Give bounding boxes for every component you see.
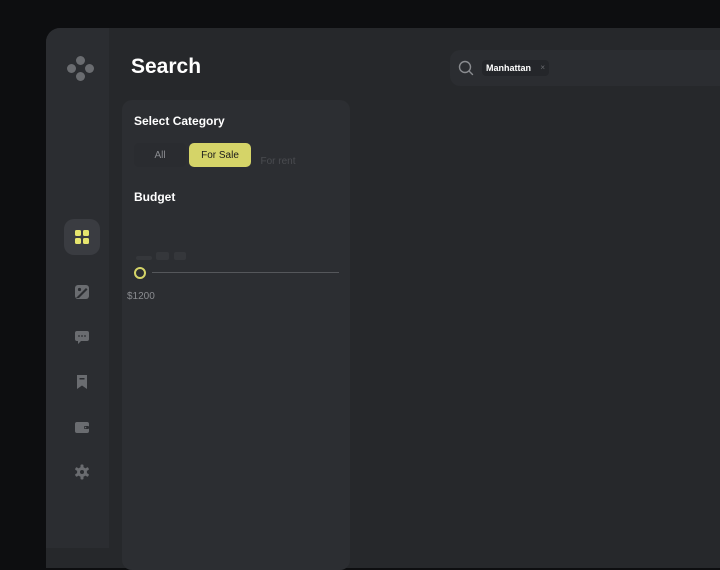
- sidebar-item-gallery[interactable]: [64, 274, 100, 310]
- budget-histogram-bar: [174, 252, 186, 260]
- search-bar[interactable]: Manhattan ×: [450, 50, 720, 86]
- budget-slider-handle[interactable]: [134, 267, 146, 279]
- wallet-icon: [75, 422, 89, 433]
- sidebar-item-dashboard[interactable]: [64, 219, 100, 255]
- app-window: Search Select Category All For Sale For …: [46, 28, 720, 570]
- category-for-rent-button[interactable]: For rent: [256, 149, 300, 173]
- page-title: Search: [131, 55, 202, 78]
- budget-histogram-bar: [136, 256, 152, 260]
- sidebar: [46, 28, 109, 548]
- search-icon: [458, 60, 474, 76]
- sidebar-item-settings[interactable]: [64, 454, 100, 490]
- budget-value: $1200: [127, 291, 155, 302]
- chat-icon: [75, 331, 89, 344]
- sidebar-item-wallet[interactable]: [64, 409, 100, 445]
- budget-histogram-bar: [156, 252, 169, 260]
- grid-icon: [75, 230, 89, 244]
- budget-label: Budget: [134, 190, 176, 204]
- location-chip[interactable]: Manhattan ×: [482, 60, 549, 76]
- category-for-sale-button[interactable]: For Sale: [189, 143, 251, 167]
- logo-icon: [67, 56, 95, 82]
- budget-slider-track[interactable]: [152, 272, 339, 273]
- sidebar-item-messages[interactable]: [64, 319, 100, 355]
- image-icon: [75, 285, 89, 299]
- filter-panel: Select Category All For Sale For rent Bu…: [122, 100, 350, 570]
- sidebar-item-saved[interactable]: [64, 364, 100, 400]
- gear-icon: [75, 464, 89, 480]
- category-all-button[interactable]: All: [134, 143, 186, 167]
- close-icon[interactable]: ×: [540, 60, 545, 76]
- category-label: Select Category: [134, 114, 225, 128]
- bookmark-icon: [77, 375, 87, 389]
- location-chip-label: Manhattan: [486, 63, 531, 73]
